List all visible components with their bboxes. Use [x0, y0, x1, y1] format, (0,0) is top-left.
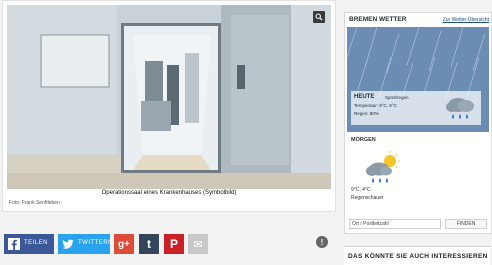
sun-cloud-rain-icon: [366, 151, 400, 183]
google-plus-share-button[interactable]: g+: [114, 234, 134, 254]
tomorrow-temperature: 9°C, 4°C: [351, 187, 371, 193]
article-image-card: Operationssaal eines Krankenhauses (Symb…: [2, 0, 336, 212]
facebook-icon: [8, 238, 20, 250]
today-forecast: HEUTE Sprühregen Temperatur: 9°C, 8°C Re…: [351, 91, 481, 125]
find-button[interactable]: FINDEN: [445, 219, 487, 229]
today-label: HEUTE: [354, 94, 375, 100]
location-search-input[interactable]: Ort / Postleitzahl: [349, 219, 441, 229]
weather-title: BREMEN WETTER: [349, 16, 407, 23]
email-share-button[interactable]: ✉: [188, 234, 208, 254]
weather-widget: BREMEN WETTER Zur Wetter-Übersicht HEUTE…: [344, 12, 492, 234]
envelope-icon: ✉: [193, 238, 203, 251]
info-icon-glyph: !: [320, 237, 324, 247]
magnifier-icon: [315, 13, 323, 21]
article-photo[interactable]: [7, 5, 331, 189]
tumblr-share-button[interactable]: t: [139, 234, 159, 254]
tomorrow-condition: Regenschauer: [351, 195, 384, 201]
tomorrow-label: MORGEN: [351, 137, 376, 143]
operating-room-illustration: [7, 5, 331, 189]
photo-caption: Operationssaal eines Krankenhauses (Symb…: [101, 190, 237, 196]
today-temperature: Temperatur: 9°C, 8°C: [354, 103, 397, 108]
weather-overview-link[interactable]: Zur Wetter-Übersicht: [443, 17, 489, 23]
today-rain-chance: Regen: 80%: [354, 111, 379, 116]
facebook-share-label: TEILEN: [24, 240, 49, 246]
google-plus-icon: g+: [118, 238, 130, 250]
twitter-share-button[interactable]: TWITTERN: [58, 234, 113, 254]
rain-cloud-icon: [446, 98, 474, 119]
pinterest-share-button[interactable]: P: [164, 234, 184, 254]
twitter-share-label: TWITTERN: [78, 240, 113, 246]
related-section: DAS KÖNNTE SIE AUCH INTERESSIEREN: [344, 246, 490, 265]
pinterest-icon: P: [169, 237, 178, 251]
info-icon[interactable]: !: [316, 236, 328, 248]
facebook-share-button[interactable]: TEILEN: [4, 234, 54, 254]
today-condition: Sprühregen: [385, 95, 409, 100]
related-title: DAS KÖNNTE SIE AUCH INTERESSIEREN: [348, 253, 488, 260]
twitter-bird-icon: [62, 239, 74, 249]
zoom-button[interactable]: [313, 11, 325, 23]
photo-credit: Foto: Frank Senftleben: [9, 200, 60, 206]
tumblr-icon: t: [147, 237, 151, 251]
